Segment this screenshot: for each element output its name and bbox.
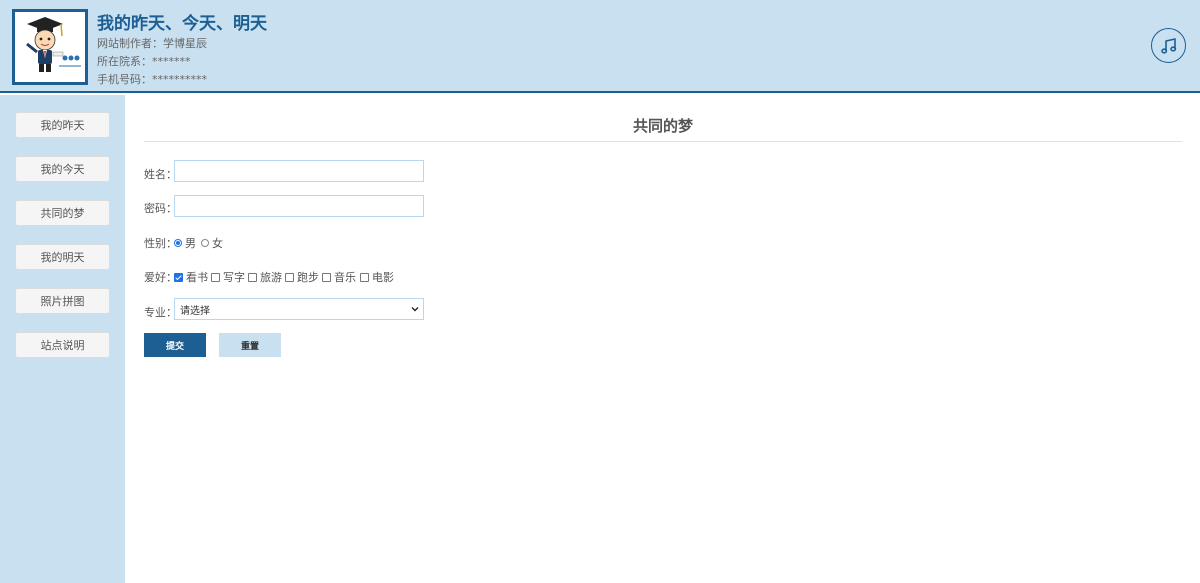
phone-text: 手机号码：**********: [97, 73, 207, 86]
submit-button[interactable]: 提交: [144, 333, 206, 357]
name-label: 姓名：: [144, 168, 177, 181]
gender-option-female[interactable]: 女: [201, 235, 223, 251]
radio-icon: [201, 239, 209, 247]
site-title: 我的昨天、今天、明天: [97, 14, 267, 34]
chevron-down-icon: [411, 307, 419, 312]
major-select[interactable]: 请选择: [174, 298, 424, 320]
major-selected-value: 请选择: [180, 305, 210, 317]
sidebar-item-common-dream[interactable]: 共同的梦: [15, 200, 110, 226]
sidebar-item-photo-puzzle[interactable]: 照片拼图: [15, 288, 110, 314]
hobby-writing[interactable]: 写字: [211, 269, 245, 285]
hobby-movie-label: 电影: [372, 271, 394, 284]
major-label: 专业：: [144, 306, 177, 319]
title-divider: [144, 141, 1182, 142]
checkbox-checked-icon: [174, 272, 183, 282]
password-input[interactable]: [174, 195, 424, 217]
hobby-movie[interactable]: 电影: [360, 269, 394, 285]
page-title: 共同的梦: [632, 117, 693, 135]
hobby-travel-label: 旅游: [260, 271, 282, 284]
hobby-running-label: 跑步: [297, 271, 319, 284]
checkbox-icon: [211, 272, 220, 282]
hobby-label: 爱好：: [144, 271, 177, 284]
gender-male-label: 男: [185, 237, 196, 250]
checkbox-icon: [360, 272, 369, 282]
checkbox-icon: [248, 272, 257, 282]
reset-button[interactable]: 重置: [219, 333, 281, 357]
gender-female-label: 女: [212, 237, 223, 250]
sidebar: 我的昨天 我的今天 共同的梦 我的明天 照片拼图 站点说明: [0, 95, 125, 583]
radio-selected-icon: [174, 239, 182, 247]
hobby-reading-label: 看书: [186, 271, 208, 284]
hobby-writing-label: 写字: [223, 271, 245, 284]
name-input[interactable]: [174, 160, 424, 182]
sidebar-item-site-info[interactable]: 站点说明: [15, 332, 110, 358]
music-note-icon: [1160, 37, 1176, 54]
gender-option-male[interactable]: 男: [174, 235, 196, 251]
gender-label: 性别：: [144, 237, 177, 250]
hobby-travel[interactable]: 旅游: [248, 269, 282, 285]
author-text: 网站制作者：学博星辰: [97, 37, 207, 50]
hobby-reading[interactable]: 看书: [174, 269, 208, 285]
sidebar-item-today[interactable]: 我的今天: [15, 156, 110, 182]
sidebar-item-yesterday[interactable]: 我的昨天: [15, 112, 110, 138]
music-toggle-button[interactable]: [1151, 28, 1186, 63]
password-label: 密码：: [144, 202, 177, 215]
checkbox-icon: [285, 272, 294, 282]
avatar: [12, 9, 88, 85]
main-content: 共同的梦 姓名： 密码： 性别： 男 女 爱好： 看书 写字 旅游 跑步 音乐 …: [125, 95, 1200, 583]
checkbox-icon: [322, 272, 331, 282]
department-text: 所在院系：*******: [97, 55, 191, 68]
site-header: 我的昨天、今天、明天 网站制作者：学博星辰 所在院系：******* 手机号码：…: [0, 0, 1200, 93]
graduate-cartoon-icon: [15, 12, 85, 82]
sidebar-item-tomorrow[interactable]: 我的明天: [15, 244, 110, 270]
hobby-music[interactable]: 音乐: [322, 269, 356, 285]
hobby-running[interactable]: 跑步: [285, 269, 319, 285]
hobby-music-label: 音乐: [334, 271, 356, 284]
